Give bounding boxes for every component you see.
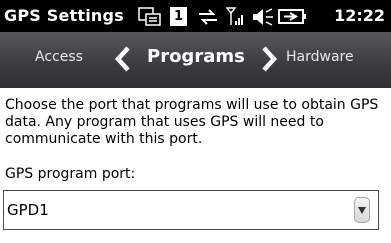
title-bar: GPS Settings 1 12:22 bbox=[0, 0, 391, 32]
tab-access[interactable]: Access bbox=[35, 49, 83, 65]
port-value: GPD1 bbox=[7, 201, 49, 219]
keyboard-icon[interactable] bbox=[138, 7, 162, 27]
clock: 12:22 bbox=[334, 6, 385, 25]
port-label: GPS program port: bbox=[5, 166, 136, 182]
connectivity-icon[interactable] bbox=[197, 8, 219, 26]
notification-icon[interactable]: 1 bbox=[170, 7, 187, 26]
description-text: Choose the port that programs will use t… bbox=[5, 97, 379, 147]
app-title: GPS Settings bbox=[4, 6, 124, 25]
tab-programs[interactable]: Programs bbox=[147, 46, 245, 67]
speaker-icon[interactable] bbox=[252, 8, 274, 26]
dropdown-button[interactable] bbox=[354, 197, 370, 223]
signal-icon bbox=[226, 7, 243, 25]
dropdown-arrow-icon bbox=[358, 207, 366, 214]
tab-bar: Access Programs Hardware bbox=[0, 32, 391, 88]
port-dropdown[interactable]: GPD1 bbox=[3, 190, 379, 230]
battery-icon bbox=[278, 9, 306, 24]
chevron-left-icon[interactable] bbox=[114, 46, 132, 72]
tab-hardware[interactable]: Hardware bbox=[286, 49, 354, 65]
chevron-right-icon[interactable] bbox=[260, 46, 278, 72]
notification-count: 1 bbox=[173, 9, 184, 24]
